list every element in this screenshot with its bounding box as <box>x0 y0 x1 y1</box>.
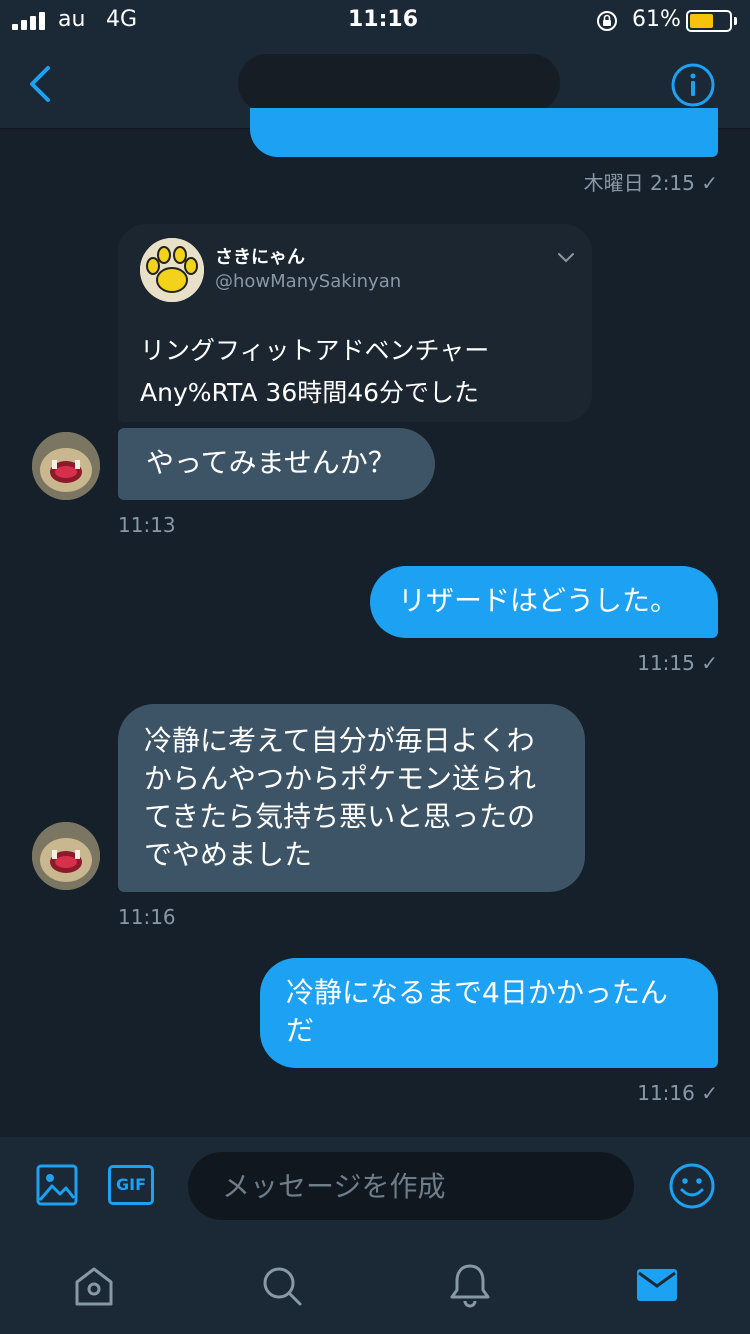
received-message-bubble[interactable]: 冷静に考えて自分が毎日よくわ からんやつからポケモン送られ てきたら気持ち悪いと… <box>118 704 585 892</box>
sent-message-bubble[interactable]: リザードはどうした。 <box>370 566 718 638</box>
message-text-line: 冷静になるまで4日かかったん <box>286 976 668 1009</box>
conversation-title[interactable] <box>238 54 560 112</box>
gif-button[interactable]: GIF <box>108 1165 154 1205</box>
message-text-line: てきたら気持ち悪いと思ったの <box>144 800 536 833</box>
quoted-tweet-avatar[interactable] <box>140 238 204 302</box>
message-text-line: からんやつからポケモン送られ <box>144 762 537 795</box>
image-icon[interactable] <box>36 1164 78 1206</box>
paw-print-icon <box>140 238 204 302</box>
notifications-bell-icon[interactable] <box>448 1262 492 1308</box>
battery-tip <box>734 17 737 25</box>
battery-icon <box>686 10 732 32</box>
back-arrow-icon[interactable] <box>24 62 58 106</box>
messages-mail-icon[interactable] <box>636 1266 678 1304</box>
message-timestamp: 11:15 ✓ <box>637 651 718 675</box>
info-icon[interactable] <box>670 62 716 108</box>
search-icon[interactable] <box>260 1264 304 1308</box>
sent-message-bubble[interactable] <box>250 108 718 157</box>
status-time: 11:16 <box>348 7 419 32</box>
signal-strength-icon <box>12 12 45 30</box>
avatar-image <box>32 822 100 890</box>
rotation-lock-icon <box>597 11 617 31</box>
quoted-tweet-author-name: さきにゃん <box>215 247 305 268</box>
quoted-tweet-text-line: リングフィットアドベンチャー <box>140 336 490 365</box>
message-timestamp: 11:13 <box>118 513 176 537</box>
network-type: 4G <box>106 7 138 32</box>
chevron-down-icon[interactable] <box>556 250 576 266</box>
battery-percent: 61% <box>632 7 681 32</box>
quoted-tweet-text: リングフィットアドベンチャー Any%RTA 36時間46分でした <box>140 330 580 414</box>
emoji-icon[interactable] <box>668 1162 716 1210</box>
message-input[interactable] <box>188 1152 634 1220</box>
message-text-line: だ <box>286 1014 315 1047</box>
received-message-bubble[interactable]: やってみませんか？ <box>118 428 435 500</box>
carrier-label: au <box>58 7 86 32</box>
quoted-tweet-text-line: Any%RTA 36時間46分でした <box>140 378 480 407</box>
message-timestamp: 11:16 <box>118 905 176 929</box>
sent-message-bubble[interactable]: 冷静になるまで4日かかったん だ <box>260 958 718 1068</box>
message-timestamp: 木曜日 2:15 ✓ <box>583 171 718 195</box>
message-timestamp: 11:16 ✓ <box>637 1081 718 1105</box>
message-text: リザードはどうした。 <box>398 584 679 617</box>
quoted-tweet-author-handle: @howManySakinyan <box>215 271 402 292</box>
gif-label: GIF <box>115 1175 146 1194</box>
sender-avatar[interactable] <box>32 432 100 500</box>
message-text: やってみませんか？ <box>146 446 396 479</box>
message-text-line: でやめました <box>144 838 313 871</box>
message-text-line: 冷静に考えて自分が毎日よくわ <box>144 724 535 757</box>
avatar-image <box>32 432 100 500</box>
sender-avatar[interactable] <box>32 822 100 890</box>
home-icon[interactable] <box>72 1264 116 1308</box>
